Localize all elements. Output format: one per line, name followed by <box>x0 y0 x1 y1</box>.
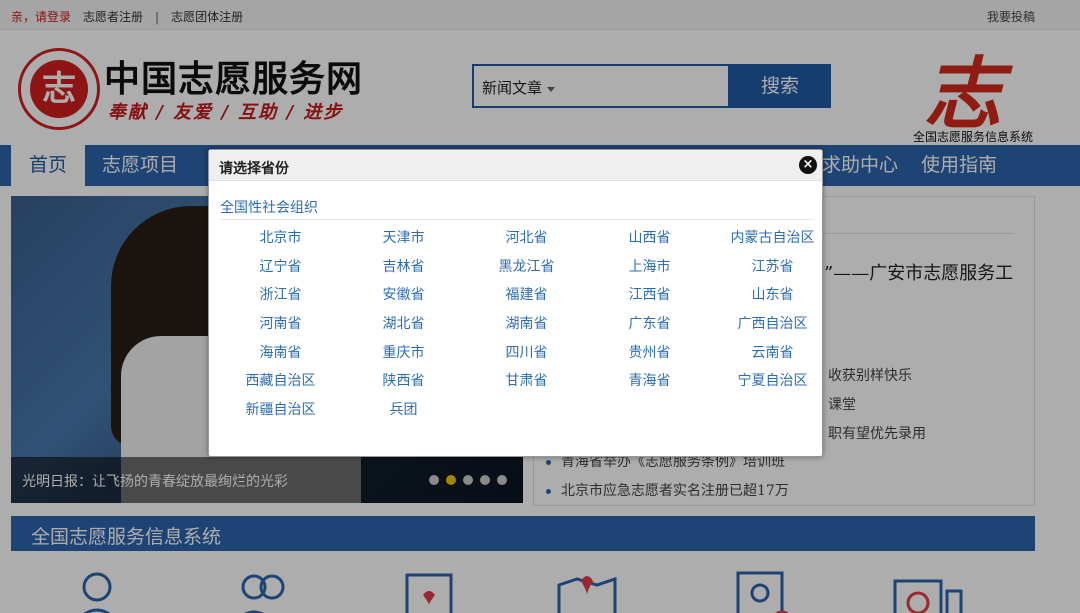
province-option[interactable]: 重庆市 <box>342 342 465 362</box>
province-option[interactable]: 新疆自治区 <box>219 399 342 419</box>
province-option[interactable]: 西藏自治区 <box>219 370 342 390</box>
province-option[interactable]: 湖南省 <box>465 313 588 333</box>
province-option[interactable]: 辽宁省 <box>219 256 342 276</box>
province-option[interactable]: 河南省 <box>219 313 342 333</box>
province-option[interactable]: 黑龙江省 <box>465 256 588 276</box>
close-icon[interactable]: × <box>799 156 817 174</box>
modal-header: 请选择省份 × <box>209 150 822 181</box>
province-option[interactable]: 江苏省 <box>711 256 834 276</box>
province-option[interactable]: 湖北省 <box>342 313 465 333</box>
province-option[interactable]: 浙江省 <box>219 284 342 304</box>
province-option[interactable]: 福建省 <box>465 284 588 304</box>
province-option[interactable]: 吉林省 <box>342 256 465 276</box>
province-option[interactable]: 陕西省 <box>342 370 465 390</box>
province-option[interactable]: 四川省 <box>465 342 588 362</box>
province-option[interactable]: 上海市 <box>588 256 711 276</box>
modal-divider <box>220 219 815 220</box>
province-option[interactable]: 海南省 <box>219 342 342 362</box>
province-option[interactable]: 安徽省 <box>342 284 465 304</box>
province-option[interactable]: 甘肃省 <box>465 370 588 390</box>
province-option[interactable]: 广西自治区 <box>711 313 834 333</box>
national-org-link[interactable]: 全国性社会组织 <box>220 197 318 217</box>
province-option[interactable]: 宁夏自治区 <box>711 370 834 390</box>
province-option[interactable]: 云南省 <box>711 342 834 362</box>
province-option[interactable]: 河北省 <box>465 227 588 247</box>
province-select-modal: 请选择省份 × 全国性社会组织 北京市 天津市 河北省 山西省 内蒙古自治区 辽宁省 吉林省… <box>208 149 823 457</box>
province-option[interactable]: 青海省 <box>588 370 711 390</box>
province-option[interactable]: 兵团 <box>342 399 465 419</box>
province-option[interactable]: 江西省 <box>588 284 711 304</box>
province-option[interactable]: 贵州省 <box>588 342 711 362</box>
province-option[interactable]: 山东省 <box>711 284 834 304</box>
province-option[interactable]: 北京市 <box>219 227 342 247</box>
province-option[interactable]: 内蒙古自治区 <box>711 227 834 247</box>
province-option[interactable]: 广东省 <box>588 313 711 333</box>
province-option[interactable]: 山西省 <box>588 227 711 247</box>
modal-title: 请选择省份 <box>219 161 289 177</box>
province-option[interactable]: 天津市 <box>342 227 465 247</box>
